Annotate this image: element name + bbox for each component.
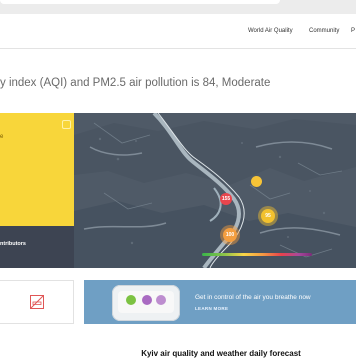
aqi-status-panel — [0, 113, 74, 226]
contributors-strip — [0, 226, 74, 268]
no-smoking-icon — [30, 295, 44, 309]
aqi-marker[interactable]: 100 — [223, 228, 237, 242]
aqi-map[interactable]: 155 95 100 — [74, 113, 356, 268]
top-navigation: World Air Quality Community P — [0, 14, 356, 49]
aqi-headline: y index (AQI) and PM2.5 air pollution is… — [0, 77, 271, 89]
aqi-marker[interactable] — [251, 176, 262, 187]
aqi-marker[interactable]: 95 — [261, 209, 275, 223]
nav-more[interactable]: P — [351, 28, 355, 34]
aqi-marker[interactable]: 155 — [220, 193, 232, 205]
learn-more-link[interactable]: LEARN MORE — [195, 306, 228, 311]
aqi-color-legend — [202, 253, 312, 256]
info-icon[interactable] — [62, 120, 71, 129]
browser-top-strip — [0, 0, 356, 14]
promo-title: Get in control of the air you breathe no… — [195, 294, 311, 301]
nav-community[interactable]: Community — [309, 28, 339, 34]
air-monitor-image — [112, 285, 180, 321]
contributors-label[interactable]: ntributors — [0, 241, 26, 247]
nav-world-air-quality[interactable]: World Air Quality — [248, 28, 293, 34]
aqi-status-fragment: e — [0, 134, 4, 140]
forecast-title: Kyiv air quality and weather daily forec… — [141, 349, 301, 358]
